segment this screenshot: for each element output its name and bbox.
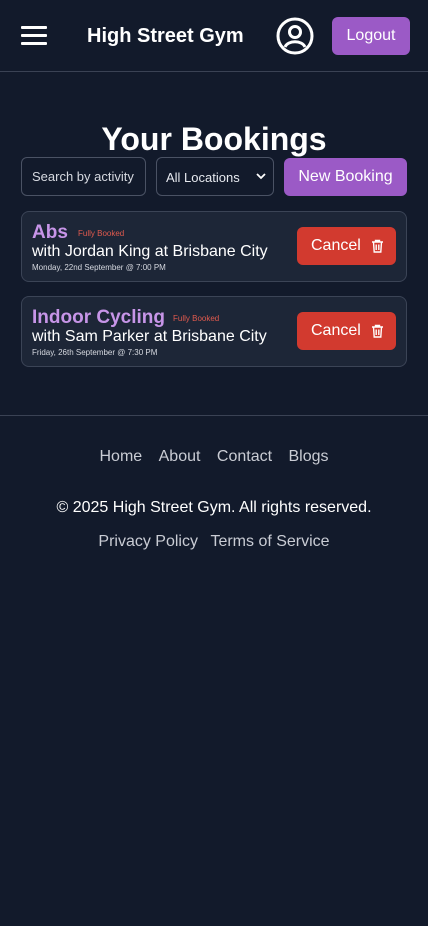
brand-title[interactable]: High Street Gym <box>87 25 244 48</box>
cancel-label: Cancel <box>311 322 361 339</box>
booking-activity: Abs <box>32 222 68 243</box>
cancel-booking-button[interactable]: Cancel <box>297 227 396 265</box>
status-badge: Fully Booked <box>78 229 125 238</box>
location-select[interactable]: All Locations <box>156 157 274 196</box>
legal-links: Privacy Policy Terms of Service <box>0 533 428 551</box>
new-booking-button[interactable]: New Booking <box>284 158 407 196</box>
booking-detail: with Sam Parker at Brisbane City <box>32 328 267 345</box>
copyright-text: © 2025 High Street Gym. All rights reser… <box>56 499 372 516</box>
booking-card: Abs Fully Booked with Jordan King at Bri… <box>21 211 407 282</box>
trash-icon <box>372 324 383 338</box>
location-select-value: All Locations <box>166 170 240 185</box>
cancel-label: Cancel <box>311 237 361 254</box>
footer-link-contact[interactable]: Contact <box>217 448 272 465</box>
footer-link-home[interactable]: Home <box>99 448 142 465</box>
cancel-booking-button[interactable]: Cancel <box>297 312 396 350</box>
footer-divider <box>0 415 428 416</box>
footer-link-about[interactable]: About <box>159 448 201 465</box>
booking-card: Indoor Cycling Fully Booked with Sam Par… <box>21 296 407 367</box>
user-circle-icon[interactable] <box>276 17 314 55</box>
status-badge: Fully Booked <box>173 314 220 323</box>
terms-of-service-link[interactable]: Terms of Service <box>210 533 329 550</box>
footer-nav: Home About Contact Blogs <box>0 448 428 466</box>
privacy-policy-link[interactable]: Privacy Policy <box>98 533 198 550</box>
hamburger-menu-icon[interactable] <box>21 26 47 46</box>
trash-icon <box>372 239 383 253</box>
footer-link-blogs[interactable]: Blogs <box>288 448 328 465</box>
app-header: High Street Gym Logout <box>0 0 428 72</box>
logout-button[interactable]: Logout <box>332 17 410 55</box>
chevron-down-icon <box>256 173 266 180</box>
booking-datetime: Friday, 26th September @ 7:30 PM <box>32 348 158 357</box>
booking-activity: Indoor Cycling <box>32 307 165 328</box>
search-input[interactable] <box>21 157 146 196</box>
booking-detail: with Jordan King at Brisbane City <box>32 243 268 260</box>
page-title: Your Bookings <box>101 121 327 157</box>
booking-datetime: Monday, 22nd September @ 7:00 PM <box>32 263 166 272</box>
